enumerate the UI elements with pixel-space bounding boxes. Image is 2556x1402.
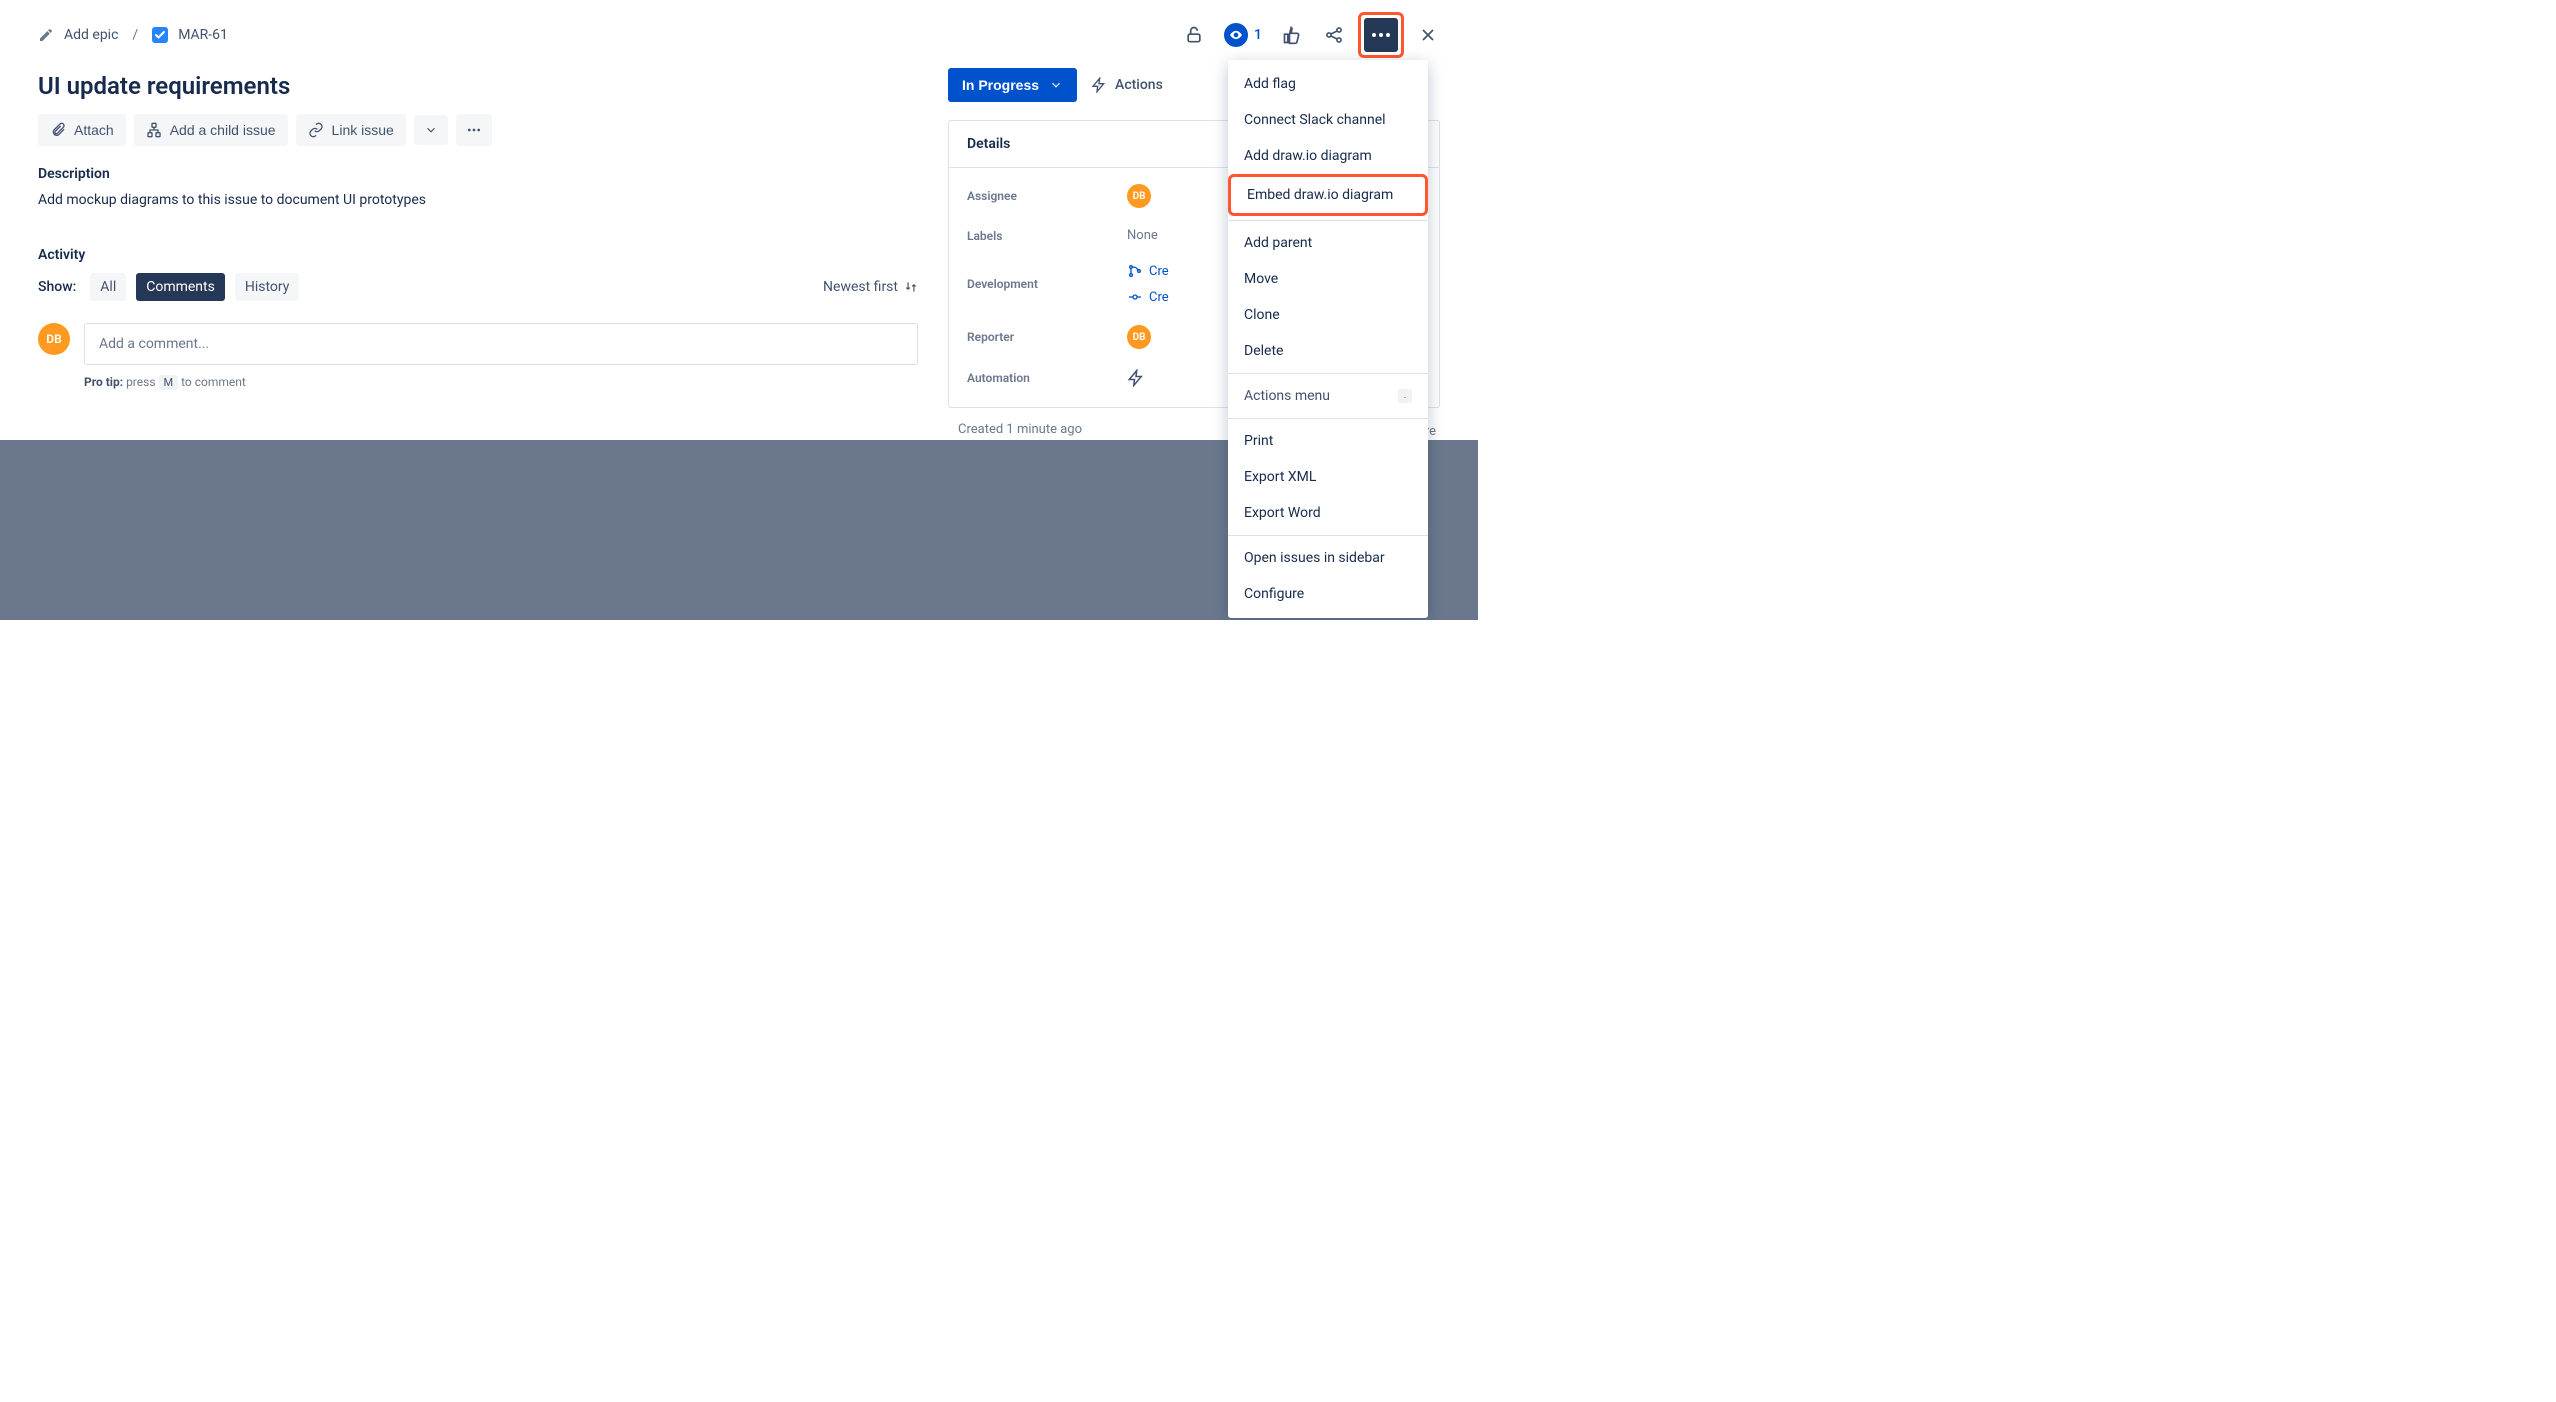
more-actions-menu: Add flag Connect Slack channel Add draw.…	[1228, 60, 1428, 618]
attach-icon	[50, 122, 66, 138]
menu-export-word[interactable]: Export Word	[1228, 495, 1428, 531]
kbd-shortcut: .	[1398, 389, 1412, 403]
menu-move[interactable]: Move	[1228, 261, 1428, 297]
current-user-avatar: DB	[38, 323, 70, 355]
add-epic-link[interactable]: Add epic	[64, 27, 118, 43]
reporter-avatar: DB	[1127, 325, 1151, 349]
menu-open-sidebar[interactable]: Open issues in sidebar	[1228, 540, 1428, 576]
create-commit-link[interactable]: Create commit	[1127, 289, 1169, 305]
description-text[interactable]: Add mockup diagrams to this issue to doc…	[38, 190, 918, 211]
issue-key-link[interactable]: MAR-61	[178, 27, 228, 43]
menu-clone[interactable]: Clone	[1228, 297, 1428, 333]
menu-separator	[1228, 373, 1428, 374]
breadcrumb-separator: /	[128, 27, 142, 43]
close-icon[interactable]	[1416, 23, 1440, 47]
menu-separator	[1228, 535, 1428, 536]
assignee-avatar: DB	[1127, 184, 1151, 208]
attach-button[interactable]: Attach	[38, 114, 126, 146]
create-branch-link[interactable]: Create branch	[1127, 263, 1169, 279]
add-child-issue-button[interactable]: Add a child issue	[134, 114, 288, 146]
pencil-icon	[38, 27, 54, 43]
menu-add-drawio[interactable]: Add draw.io diagram	[1228, 138, 1428, 174]
tab-comments[interactable]: Comments	[136, 273, 225, 301]
menu-add-parent[interactable]: Add parent	[1228, 225, 1428, 261]
menu-embed-drawio[interactable]: Embed draw.io diagram	[1228, 174, 1428, 216]
pro-tip: Pro tip: press M to comment	[84, 375, 918, 390]
breadcrumb-row: Add epic / MAR-61 1	[0, 0, 1478, 52]
details-heading: Details	[967, 136, 1010, 152]
menu-separator	[1228, 418, 1428, 419]
show-label: Show:	[38, 279, 76, 295]
task-icon	[152, 27, 168, 43]
thumbs-up-icon[interactable]	[1280, 23, 1304, 47]
actions-dropdown[interactable]: Actions	[1091, 77, 1163, 93]
status-button[interactable]: In Progress	[948, 68, 1077, 102]
menu-add-flag[interactable]: Add flag	[1228, 66, 1428, 102]
sort-button[interactable]: Newest first	[823, 279, 918, 295]
unlock-icon[interactable]	[1182, 23, 1206, 47]
menu-print[interactable]: Print	[1228, 423, 1428, 459]
more-issue-actions-button[interactable]	[456, 114, 492, 146]
link-issue-dropdown[interactable]	[414, 115, 448, 145]
menu-configure[interactable]: Configure	[1228, 576, 1428, 612]
comment-input[interactable]: Add a comment...	[84, 323, 918, 365]
watch-eye-icon	[1224, 23, 1248, 47]
activity-heading: Activity	[38, 247, 918, 263]
tab-all[interactable]: All	[90, 273, 126, 301]
issue-action-toolbar: Attach Add a child issue Link issue	[38, 114, 918, 146]
link-issue-button[interactable]: Link issue	[296, 114, 406, 146]
child-issue-icon	[146, 122, 162, 138]
menu-export-xml[interactable]: Export XML	[1228, 459, 1428, 495]
link-icon	[308, 122, 324, 138]
menu-delete[interactable]: Delete	[1228, 333, 1428, 369]
more-actions-button[interactable]	[1364, 18, 1398, 52]
watch-button[interactable]: 1	[1224, 23, 1262, 47]
share-icon[interactable]	[1322, 23, 1346, 47]
watch-count: 1	[1254, 27, 1262, 43]
menu-connect-slack[interactable]: Connect Slack channel	[1228, 102, 1428, 138]
issue-title[interactable]: UI update requirements	[38, 72, 918, 100]
tab-history[interactable]: History	[235, 273, 300, 301]
menu-separator	[1228, 220, 1428, 221]
menu-actions-menu[interactable]: Actions menu .	[1228, 378, 1428, 414]
description-heading: Description	[38, 166, 918, 182]
